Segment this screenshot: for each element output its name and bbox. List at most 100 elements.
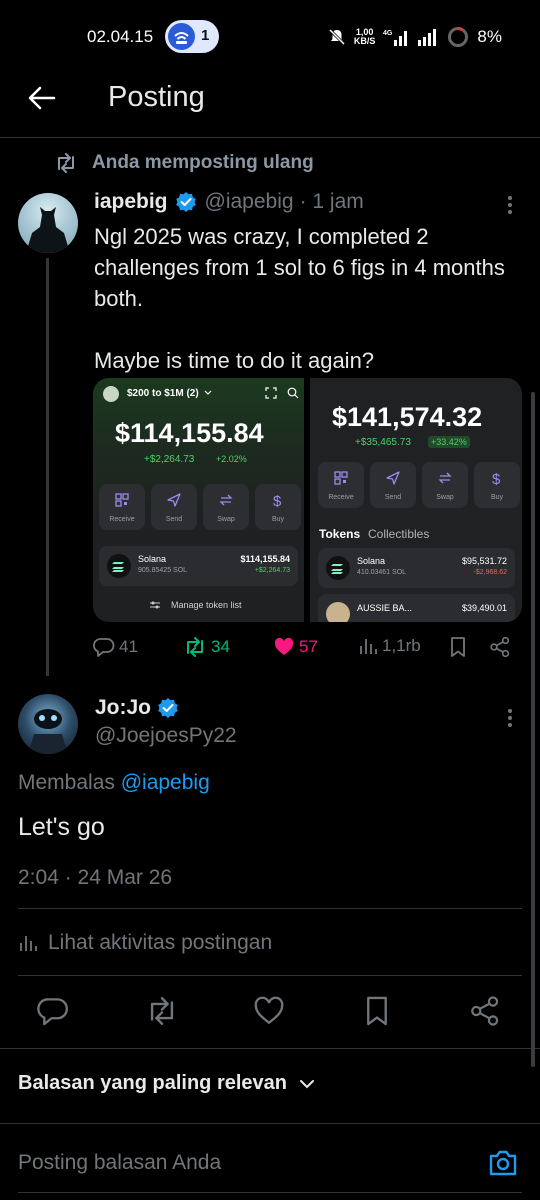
author-name[interactable]: iapebig [94, 190, 168, 214]
share-button[interactable] [489, 636, 511, 658]
activity-label: Lihat aktivitas postingan [48, 931, 273, 954]
avatar[interactable] [18, 694, 78, 754]
views-button[interactable]: 1,1rb [358, 636, 421, 656]
tab-collectibles: Collectibles [368, 527, 430, 541]
reply-composer-input[interactable]: Posting balasan Anda [18, 1151, 221, 1175]
speed-unit: KB/S [353, 36, 376, 46]
top-bar: Posting [0, 72, 540, 138]
replies-sort-dropdown[interactable]: Balasan yang paling relevan [18, 1072, 315, 1095]
signal-4g-icon: 4G [383, 28, 409, 46]
reply-author: Jo:Jo [95, 696, 179, 720]
buy-action: $ Buy [255, 484, 301, 530]
repost-context: Anda memposting ulang [54, 152, 314, 174]
svg-text:$: $ [492, 471, 501, 486]
reply-count: 41 [119, 637, 138, 656]
more-options-icon[interactable] [498, 706, 522, 730]
token-name: AUSSIE BA... [357, 603, 413, 613]
token-change: +$2,264.73 [254, 567, 290, 574]
avatar[interactable] [18, 193, 78, 253]
wallet-actions: Receive Send Swap $ Buy [99, 484, 301, 530]
dollar-icon: $ [270, 492, 286, 508]
token-name: Solana [138, 554, 167, 564]
balance-change-pct: +2.02% [216, 454, 247, 464]
reply-icon[interactable] [37, 995, 69, 1027]
wallet-label: $200 to $1M (2) [127, 388, 199, 399]
replying-label: Membalas [18, 771, 115, 794]
token-amount: 905.85425 SOL [138, 567, 188, 574]
send-action: Send [151, 484, 197, 530]
action-label: Swap [436, 494, 454, 501]
reply-actions [0, 995, 540, 1031]
swap-icon [437, 470, 453, 486]
divider [0, 1048, 540, 1049]
token-row: AUSSIE BA... $39,490.01 [318, 594, 515, 622]
status-bar: 02.04.15 1 1,00 KB/S 4G 8% [0, 0, 540, 72]
wallet-actions: Receive Send Swap $ Buy [318, 462, 520, 508]
page-title: Posting [108, 81, 205, 113]
repost-button[interactable]: 34 [183, 636, 230, 658]
verified-badge-icon [157, 697, 179, 719]
repost-icon [54, 153, 78, 173]
tweet-time: · 1 jam [299, 190, 364, 213]
back-arrow-icon[interactable] [26, 82, 58, 114]
notification-count: 1 [201, 27, 210, 44]
chevron-down-icon [204, 390, 212, 396]
solana-icon [326, 556, 350, 580]
views-count: 1,1rb [382, 636, 421, 655]
composer-underline [18, 1192, 522, 1193]
tab-tokens: Tokens [319, 527, 361, 541]
svg-text:4G: 4G [383, 30, 393, 37]
action-label: Buy [490, 494, 504, 501]
action-label: Buy [271, 516, 285, 523]
manage-token-list: Manage token list [171, 600, 242, 610]
tweet-media[interactable]: $200 to $1M (2) $114,155.84 +$2,264.73 +… [93, 378, 522, 622]
divider [0, 1123, 540, 1124]
share-icon [489, 636, 511, 658]
share-icon[interactable] [469, 995, 501, 1027]
repost-icon[interactable] [145, 995, 177, 1027]
balance-change: +$35,465.73 [355, 437, 411, 448]
qr-icon [114, 492, 130, 508]
heart-icon[interactable] [253, 995, 285, 1027]
reply-icon [93, 636, 115, 658]
bookmark-icon[interactable] [361, 995, 393, 1027]
tweet-actions: 41 34 57 1,1rb [93, 636, 513, 664]
post-activity-link[interactable]: Lihat aktivitas postingan [18, 931, 272, 955]
buy-action: $ Buy [474, 462, 520, 508]
replying-to-link[interactable]: @iapebig [121, 771, 210, 794]
camera-icon[interactable] [486, 1146, 520, 1180]
swap-icon [218, 492, 234, 508]
dollar-icon: $ [489, 470, 505, 486]
bookmark-button[interactable] [448, 636, 468, 658]
media-image-right[interactable]: $141,574.32 +$35,465.73 +33.42% Receive … [310, 378, 522, 622]
token-name: Solana [357, 556, 386, 566]
wallet-balance: $114,155.84 [115, 418, 264, 448]
status-time: 02.04.15 [87, 27, 154, 46]
author-handle[interactable]: @JoejoesPy22 [95, 724, 237, 748]
svg-text:$: $ [273, 493, 282, 508]
views-chart-icon [358, 636, 378, 656]
scan-icon [265, 387, 277, 399]
more-options-icon[interactable] [498, 193, 522, 217]
sort-label: Balasan yang paling relevan [18, 1072, 287, 1094]
token-amount: 410.03461 SOL [357, 569, 407, 576]
balance-change-pct: +33.42% [428, 436, 470, 448]
mute-icon [328, 28, 346, 46]
divider [18, 975, 522, 976]
tweet-text: Ngl 2025 was crazy, I completed 2 challe… [94, 221, 514, 376]
token-row: Solana 905.85425 SOL $114,155.84 +$2,264… [99, 546, 298, 586]
scrollbar[interactable] [531, 392, 535, 1067]
views-chart-icon [18, 933, 38, 953]
notification-pill[interactable]: 1 [165, 20, 219, 53]
search-icon [287, 387, 299, 399]
battery-icon [447, 26, 469, 48]
token-value: $39,490.01 [461, 603, 507, 613]
like-button[interactable]: 57 [273, 636, 318, 658]
author-name[interactable]: Jo:Jo [95, 696, 151, 720]
media-image-left[interactable]: $200 to $1M (2) $114,155.84 +$2,264.73 +… [93, 378, 304, 622]
heart-icon [273, 636, 295, 658]
action-label: Receive [109, 516, 135, 523]
reply-text: Let's go [18, 813, 105, 841]
reply-button[interactable]: 41 [93, 636, 138, 658]
author-handle[interactable]: @iapebig [205, 190, 294, 214]
